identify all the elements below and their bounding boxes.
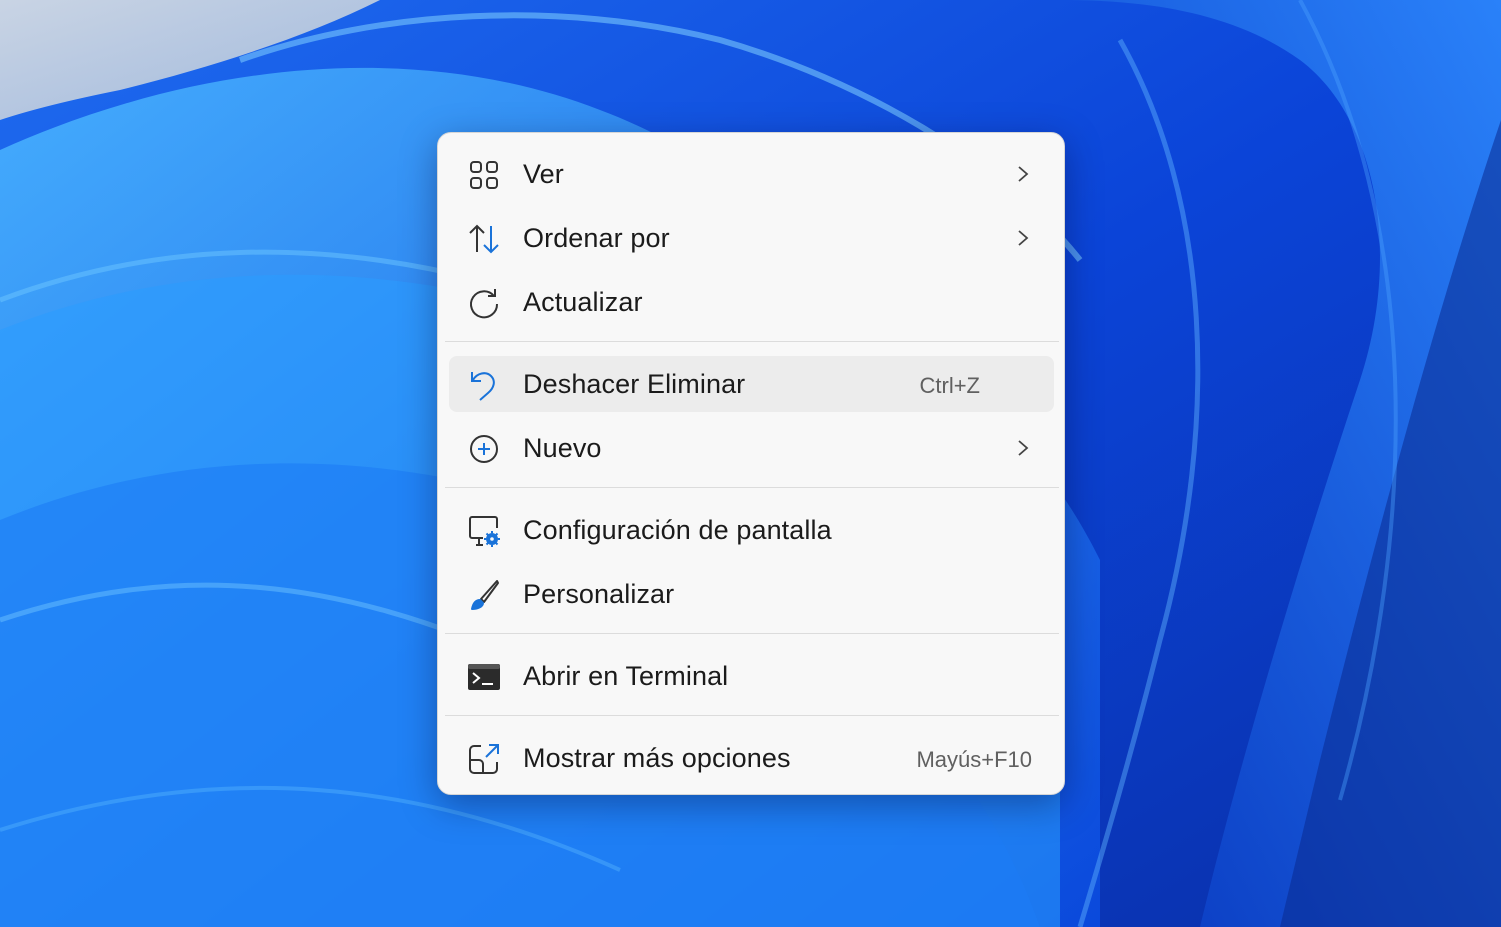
keyboard-shortcut: Mayús+F10 [916,747,1032,772]
menu-separator [445,487,1059,488]
menu-item-ver[interactable]: Ver [449,146,1054,202]
menu-item-nuevo[interactable]: Nuevo [449,420,1054,476]
desktop-context-menu: Ver Ordenar por Actualizar Deshacer Elim… [437,132,1065,795]
sort-arrows-icon [467,222,501,256]
menu-item-mostrar-mas-opciones[interactable]: Mostrar más opciones Mayús+F10 [449,730,1054,786]
menu-item-label: Mostrar más opciones [523,743,791,773]
undo-icon [467,368,501,402]
menu-item-configuracion-de-pantalla[interactable]: Configuración de pantalla [449,502,1054,558]
menu-item-label: Deshacer Eliminar [523,369,746,399]
menu-item-actualizar[interactable]: Actualizar [449,274,1054,330]
brush-icon [467,578,501,612]
display-settings-icon [467,514,501,548]
menu-item-label: Nuevo [523,433,602,463]
menu-separator [445,633,1059,634]
chevron-right-icon [1018,230,1029,246]
keyboard-shortcut: Ctrl+Z [919,373,981,398]
terminal-icon [467,660,501,694]
grid-view-icon [467,158,501,192]
menu-item-label: Abrir en Terminal [523,661,729,691]
chevron-right-icon [1018,440,1029,456]
menu-item-label: Personalizar [523,579,675,609]
refresh-icon [467,286,501,320]
menu-item-label: Ordenar por [523,223,670,253]
add-circle-icon [467,432,501,466]
menu-item-deshacer-eliminar[interactable]: Deshacer Eliminar Ctrl+Z [449,356,1054,412]
menu-item-label: Ver [523,159,564,189]
menu-separator [445,341,1059,342]
menu-item-ordenar-por[interactable]: Ordenar por [449,210,1054,266]
menu-item-label: Configuración de pantalla [523,515,832,545]
menu-item-abrir-en-terminal[interactable]: Abrir en Terminal [449,648,1054,704]
menu-item-personalizar[interactable]: Personalizar [449,566,1054,622]
chevron-right-icon [1018,166,1029,182]
menu-separator [445,715,1059,716]
menu-item-label: Actualizar [523,287,643,317]
open-external-icon [467,742,501,776]
